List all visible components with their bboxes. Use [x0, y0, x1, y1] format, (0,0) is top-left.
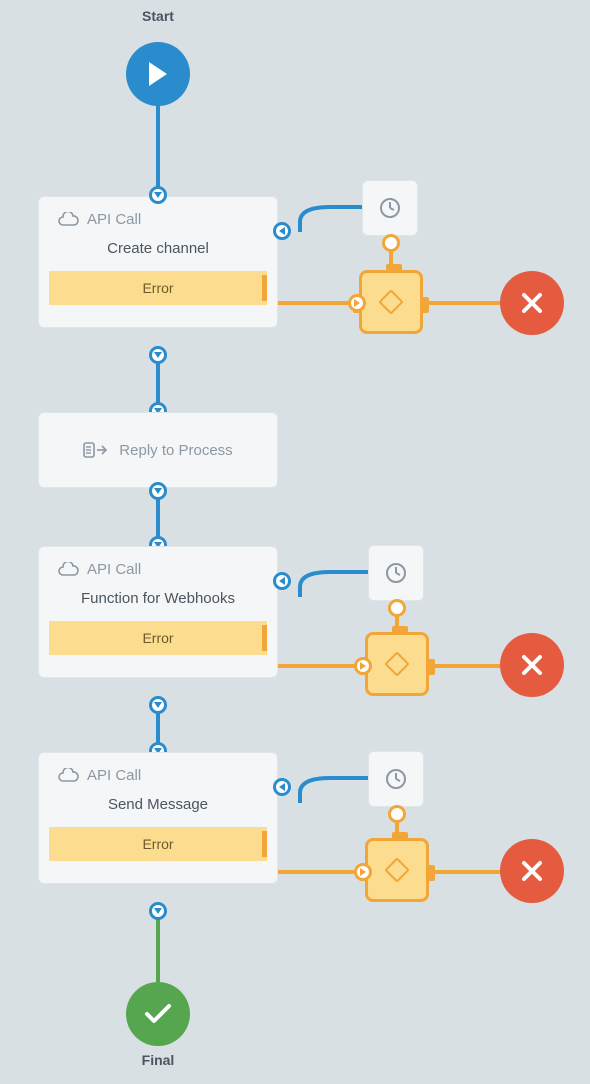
- cond-port-left[interactable]: [354, 863, 372, 881]
- clock-icon: [384, 767, 408, 791]
- node-api-call-1[interactable]: API Call Create channel Error: [38, 196, 278, 328]
- reply-icon: [83, 441, 109, 459]
- card-title: Function for Webhooks: [39, 584, 277, 621]
- port-out-bottom[interactable]: [149, 696, 167, 714]
- card-header: API Call: [39, 547, 277, 584]
- delay-port-bottom[interactable]: [388, 599, 406, 617]
- port-in-right[interactable]: [273, 778, 291, 796]
- diamond-icon: [384, 857, 409, 882]
- flow-canvas: Start API Call Create channel Error: [0, 0, 590, 1084]
- port-out-bottom[interactable]: [149, 482, 167, 500]
- play-icon: [147, 61, 169, 87]
- reply-row: Reply to Process: [39, 413, 277, 487]
- clock-icon: [384, 561, 408, 585]
- cond-port-left[interactable]: [354, 657, 372, 675]
- cond-port-left[interactable]: [348, 294, 366, 312]
- delay-port-bottom[interactable]: [388, 805, 406, 823]
- final-label: Final: [108, 1052, 208, 1068]
- port-in-right[interactable]: [273, 222, 291, 240]
- start-node[interactable]: [126, 42, 190, 106]
- delay-node-1[interactable]: [362, 180, 418, 236]
- error-label: Error: [142, 836, 173, 852]
- node-api-call-2[interactable]: API Call Function for Webhooks Error: [38, 546, 278, 678]
- cloud-icon: [57, 768, 79, 784]
- cloud-icon: [57, 212, 79, 228]
- card-error-output[interactable]: Error: [49, 621, 267, 655]
- condition-node-1[interactable]: [359, 270, 423, 334]
- check-icon: [144, 1003, 172, 1025]
- cloud-icon: [57, 562, 79, 578]
- connector-lines: [0, 0, 590, 1084]
- card-error-output[interactable]: Error: [49, 827, 267, 861]
- delay-port-bottom[interactable]: [382, 234, 400, 252]
- card-type-label: API Call: [87, 767, 141, 784]
- delay-node-2[interactable]: [368, 545, 424, 601]
- error-end-node-2[interactable]: [500, 633, 564, 697]
- card-type-label: API Call: [87, 561, 141, 578]
- card-title: Send Message: [39, 790, 277, 827]
- close-icon: [520, 291, 544, 315]
- card-error-output[interactable]: Error: [49, 271, 267, 305]
- port-out-bottom[interactable]: [149, 902, 167, 920]
- card-header: API Call: [39, 753, 277, 790]
- port-in-right[interactable]: [273, 572, 291, 590]
- condition-node-3[interactable]: [365, 838, 429, 902]
- close-icon: [520, 859, 544, 883]
- condition-node-2[interactable]: [365, 632, 429, 696]
- port-out-bottom[interactable]: [149, 346, 167, 364]
- diamond-icon: [384, 651, 409, 676]
- clock-icon: [378, 196, 402, 220]
- start-label: Start: [108, 8, 208, 24]
- card-title: Create channel: [39, 234, 277, 271]
- card-type-label: API Call: [87, 211, 141, 228]
- close-icon: [520, 653, 544, 677]
- error-end-node-3[interactable]: [500, 839, 564, 903]
- error-label: Error: [142, 630, 173, 646]
- reply-label: Reply to Process: [119, 442, 232, 459]
- port-in-top[interactable]: [149, 186, 167, 204]
- error-end-node-1[interactable]: [500, 271, 564, 335]
- final-node[interactable]: [126, 982, 190, 1046]
- delay-node-3[interactable]: [368, 751, 424, 807]
- node-reply-to-process[interactable]: Reply to Process: [38, 412, 278, 488]
- diamond-icon: [378, 289, 403, 314]
- error-label: Error: [142, 280, 173, 296]
- node-api-call-3[interactable]: API Call Send Message Error: [38, 752, 278, 884]
